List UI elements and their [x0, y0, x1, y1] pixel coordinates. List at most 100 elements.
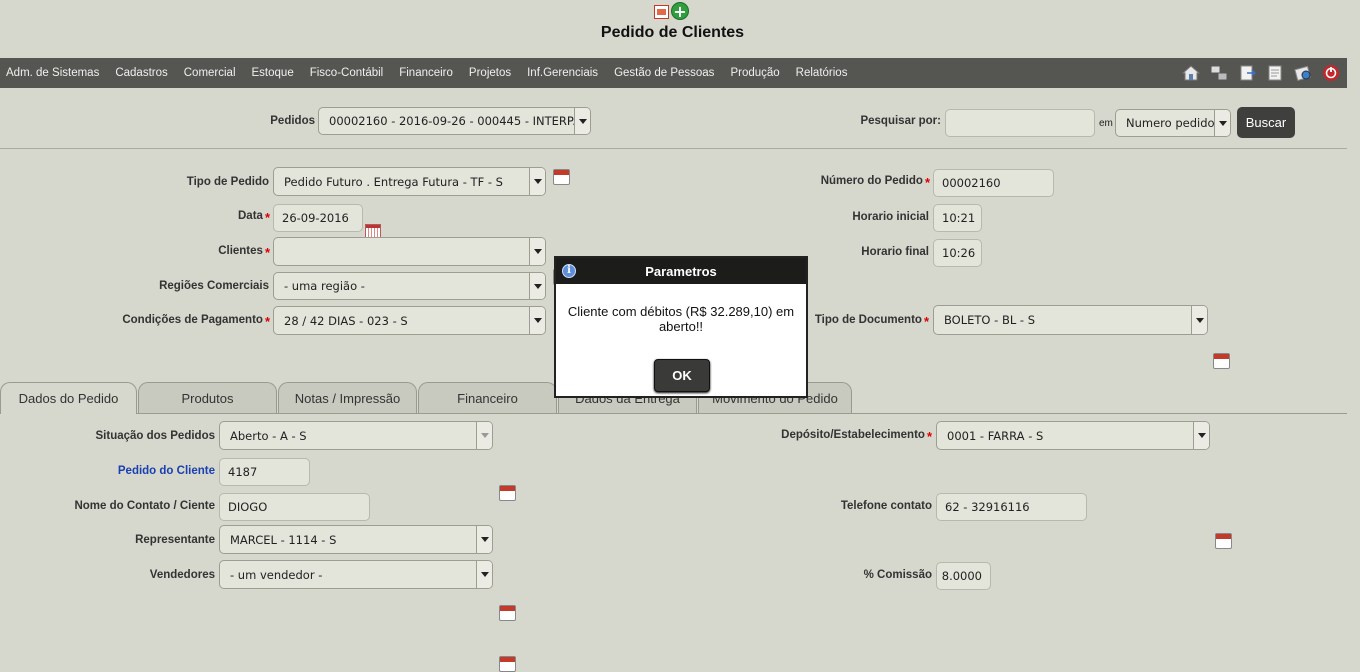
dialog-title: Parametros [645, 263, 717, 279]
page-title: Pedido de Clientes [600, 24, 745, 41]
chevron-down-icon[interactable] [529, 307, 545, 334]
chevron-down-icon[interactable] [529, 273, 545, 299]
pesquisar-label: Pesquisar por: [860, 115, 941, 127]
tipo-documento-value: BOLETO - BL - S [944, 313, 1036, 327]
representante-select[interactable]: MARCEL - 1114 - S [219, 525, 493, 554]
data-label: Data * [238, 210, 270, 225]
tab-dados-pedido[interactable]: Dados do Pedido [0, 382, 137, 414]
numero-pedido-label: Número do Pedido * [820, 175, 930, 190]
vendedores-label: Vendedores [149, 569, 215, 581]
menu-item-estoque[interactable]: Estoque [244, 67, 302, 79]
info-icon: i [562, 264, 576, 278]
chevron-down-icon[interactable] [529, 168, 545, 195]
vendedores-value: - um vendedor - [230, 567, 323, 582]
main-menu: Adm. de Sistemas Cadastros Comercial Est… [0, 58, 1347, 88]
regioes-label: Regiões Comerciais [159, 280, 269, 292]
condicoes-value: 28 / 42 DIAS - 023 - S [284, 313, 408, 328]
chevron-down-icon[interactable] [574, 108, 590, 134]
chevron-down-icon[interactable] [1193, 422, 1209, 449]
menu-item-fisco-contabil[interactable]: Fisco-Contábil [302, 67, 392, 79]
regioes-select[interactable]: - uma região - [273, 272, 546, 300]
home-icon[interactable] [1181, 64, 1201, 82]
situacao-value: Aberto - A - S [230, 428, 307, 443]
nome-contato-label: Nome do Contato / Ciente [74, 500, 215, 512]
menu-item-adm-sistemas[interactable]: Adm. de Sistemas [0, 67, 107, 79]
telefone-label: Telefone contato [840, 500, 932, 512]
tab-baseline [0, 413, 1347, 414]
representante-label: Representante [135, 534, 215, 546]
chevron-down-icon[interactable] [1214, 110, 1230, 136]
menu-item-comercial[interactable]: Comercial [176, 67, 244, 79]
chevron-down-icon[interactable] [529, 238, 545, 265]
pedido-cliente-input[interactable]: 4187 [219, 458, 310, 486]
document-icon[interactable] [1265, 64, 1285, 82]
clientes-select[interactable] [273, 237, 546, 266]
pedidos-label: Pedidos [270, 115, 315, 127]
chevron-down-icon[interactable] [1191, 306, 1207, 334]
em-label: em [1099, 118, 1113, 129]
tab-produtos[interactable]: Produtos [138, 382, 277, 414]
representante-value: MARCEL - 1114 - S [230, 532, 337, 547]
report-icon[interactable] [654, 5, 669, 19]
date-picker-icon[interactable] [365, 224, 381, 238]
situacao-label: Situação dos Pedidos [95, 430, 216, 442]
tipo-pedido-select[interactable]: Pedido Futuro . Entrega Futura - TF - S [273, 167, 546, 196]
world-icon[interactable] [1293, 64, 1313, 82]
power-icon[interactable] [1321, 64, 1341, 82]
condicoes-select[interactable]: 28 / 42 DIAS - 023 - S [273, 306, 546, 335]
divider [0, 148, 1347, 149]
tab-financeiro[interactable]: Financeiro [418, 382, 557, 414]
calendar-icon[interactable] [499, 656, 516, 672]
calendar-icon[interactable] [553, 169, 570, 185]
chevron-down-icon[interactable] [476, 561, 492, 588]
pesquisar-input[interactable] [945, 109, 1095, 137]
calendar-icon[interactable] [1213, 353, 1230, 369]
document-export-icon[interactable] [1237, 64, 1257, 82]
deposito-select[interactable]: 0001 - FARRA - S [936, 421, 1210, 450]
pedidos-select[interactable]: 00002160 - 2016-09-26 - 000445 - INTERPA… [318, 107, 591, 135]
pesquisar-campo-select[interactable]: Numero pedido [1115, 109, 1231, 137]
horario-inicial-label: Horario inicial [852, 211, 929, 223]
menu-item-inf-gerenciais[interactable]: Inf.Gerenciais [519, 67, 606, 79]
tipo-pedido-label: Tipo de Pedido [186, 176, 269, 188]
comissao-input[interactable]: 8.0000 [936, 562, 991, 590]
menu-item-producao[interactable]: Produção [722, 67, 787, 79]
deposito-value: 0001 - FARRA - S [947, 428, 1044, 443]
calendar-icon[interactable] [499, 605, 516, 621]
vendedores-select[interactable]: - um vendedor - [219, 560, 493, 589]
header-icons: + [654, 2, 689, 22]
pesquisar-campo-value: Numero pedido [1126, 116, 1214, 130]
horario-inicial-input[interactable]: 10:21 [933, 204, 982, 232]
menu-item-projetos[interactable]: Projetos [461, 67, 519, 79]
calendar-icon[interactable] [1215, 533, 1232, 549]
required-marker: * [264, 314, 270, 329]
pedido-cliente-label[interactable]: Pedido do Cliente [80, 465, 215, 477]
horario-final-input[interactable]: 10:26 [933, 239, 982, 267]
menu-item-gestao-pessoas[interactable]: Gestão de Pessoas [606, 67, 722, 79]
chevron-down-icon[interactable] [476, 422, 492, 449]
deposito-label: Depósito/Estabelecimento * [781, 429, 932, 444]
situacao-select[interactable]: Aberto - A - S [219, 421, 493, 450]
nome-contato-input[interactable]: DIOGO [219, 493, 370, 521]
menu-item-cadastros[interactable]: Cadastros [107, 67, 175, 79]
horario-final-label: Horario final [861, 246, 929, 258]
menu-item-relatorios[interactable]: Relatórios [788, 67, 856, 79]
chevron-down-icon[interactable] [476, 526, 492, 553]
tipo-documento-select[interactable]: BOLETO - BL - S [933, 305, 1208, 335]
parametros-dialog: i Parametros Cliente com débitos (R$ 32.… [554, 256, 808, 398]
data-input[interactable]: 26-09-2016 [273, 204, 363, 232]
tab-notas-impressao[interactable]: Notas / Impressão [278, 382, 417, 414]
calendar-icon[interactable] [499, 485, 516, 501]
numero-pedido-input[interactable]: 00002160 [933, 169, 1054, 197]
menu-item-financeiro[interactable]: Financeiro [391, 67, 461, 79]
condicoes-label: Condições de Pagamento * [122, 314, 270, 329]
telefone-input[interactable]: 62 - 32916116 [936, 493, 1087, 521]
regioes-value: - uma região - [284, 279, 365, 293]
add-icon[interactable]: + [671, 2, 689, 20]
network-icon[interactable] [1209, 64, 1229, 82]
comissao-label: % Comissão [863, 569, 932, 581]
buscar-button[interactable]: Buscar [1237, 107, 1295, 138]
ok-button[interactable]: OK [654, 359, 710, 392]
clientes-label: Clientes * [218, 245, 270, 260]
required-marker: * [926, 429, 932, 444]
